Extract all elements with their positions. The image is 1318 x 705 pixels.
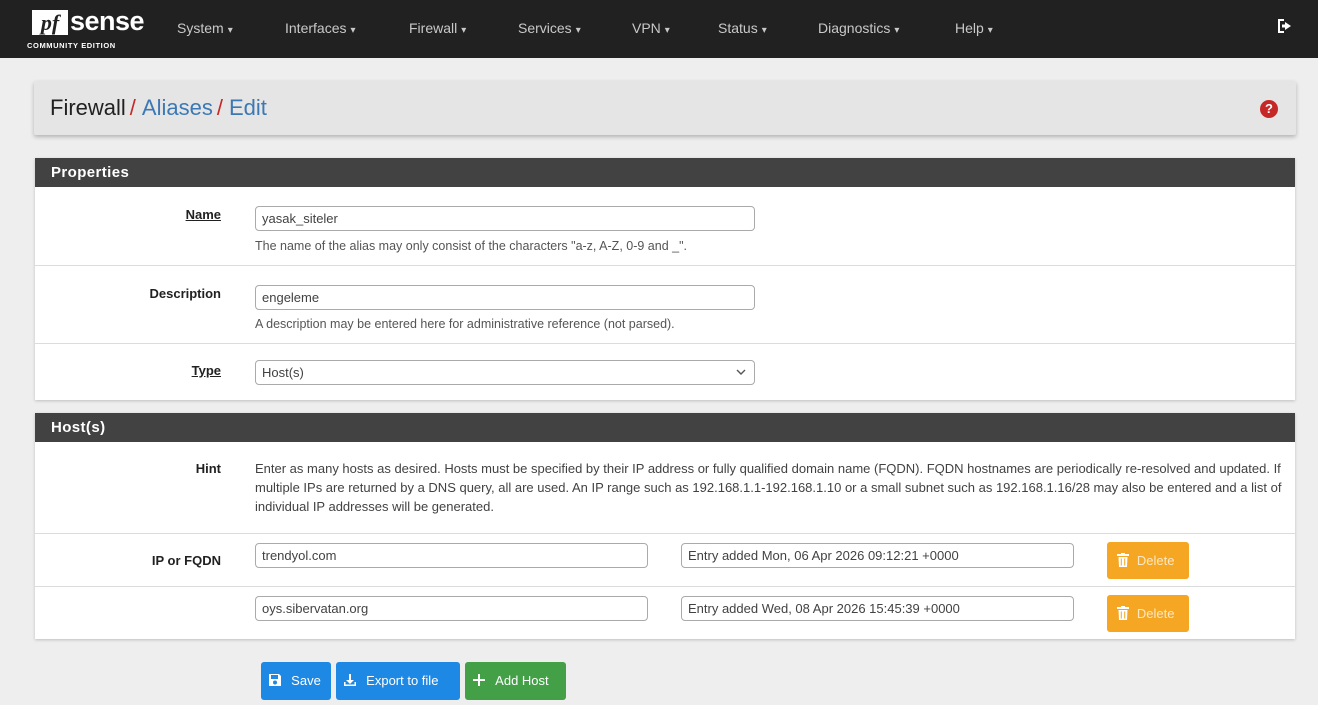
- name-help-text: The name of the alias may only consist o…: [255, 239, 687, 253]
- ip-fqdn-label: IP or FQDN: [151, 553, 221, 568]
- trash-icon: [1117, 552, 1133, 568]
- description-row: Description engeleme A description may b…: [35, 266, 1295, 344]
- chevron-down-icon: ▾: [461, 25, 467, 36]
- save-icon: [268, 672, 286, 689]
- chevron-down-icon: ▾: [350, 25, 356, 36]
- host-description-input[interactable]: Entry added Wed, 08 Apr 2026 15:45:39 +0…: [681, 596, 1074, 621]
- nav-menu-interfaces[interactable]: Interfaces ▾: [285, 0, 356, 58]
- nav-menu-label: Services: [518, 20, 572, 36]
- add-host-button[interactable]: Add Host: [465, 662, 566, 700]
- host-description-input[interactable]: Entry added Mon, 06 Apr 2026 09:12:21 +0…: [681, 543, 1074, 568]
- export-label: Export to file: [366, 673, 439, 688]
- nav-menu-label: Diagnostics: [818, 20, 891, 36]
- nav-menu-label: Interfaces: [285, 20, 347, 36]
- delete-button[interactable]: Delete: [1107, 542, 1189, 579]
- nav-menu-status[interactable]: Status ▾: [718, 0, 767, 58]
- export-button[interactable]: Export to file: [336, 662, 460, 700]
- properties-panel: Properties Name yasak_siteler The name o…: [35, 158, 1295, 400]
- top-navbar: pf sense COMMUNITY EDITION System ▾ Inter…: [0, 0, 1318, 58]
- name-row: Name yasak_siteler The name of the alias…: [35, 187, 1295, 266]
- hint-label: Hint: [195, 461, 221, 476]
- save-label: Save: [291, 673, 321, 688]
- properties-heading: Properties: [35, 158, 1295, 187]
- logo-pf-mark: pf: [32, 10, 68, 35]
- breadcrumb-edit-link[interactable]: Edit: [229, 95, 267, 120]
- host-entry-row: IP or FQDN trendyol.com Entry added Mon,…: [35, 534, 1295, 587]
- type-row: Type Host(s): [35, 344, 1295, 400]
- nav-menu-label: Firewall: [409, 20, 458, 36]
- download-icon: [343, 672, 361, 689]
- breadcrumb-bar: Firewall / Aliases / Edit ?: [34, 81, 1296, 135]
- delete-label: Delete: [1136, 553, 1175, 568]
- description-label: Description: [149, 286, 221, 301]
- nav-menu-firewall[interactable]: Firewall ▾: [409, 0, 466, 58]
- chevron-down-icon: ▾: [761, 25, 767, 36]
- nav-menu-label: System: [177, 20, 224, 36]
- chevron-down-icon: ▾: [987, 25, 993, 36]
- type-select-value: Host(s): [262, 365, 304, 380]
- name-label: Name: [185, 207, 221, 222]
- add-host-label: Add Host: [495, 673, 549, 688]
- host-input[interactable]: oys.sibervatan.org: [255, 596, 648, 621]
- logo-edition-text: COMMUNITY EDITION: [27, 41, 116, 50]
- nav-menu-help[interactable]: Help ▾: [955, 0, 993, 58]
- description-help-text: A description may be entered here for ad…: [255, 317, 675, 331]
- chevron-down-icon: ▾: [894, 25, 900, 36]
- delete-button[interactable]: Delete: [1107, 595, 1189, 632]
- nav-menu-system[interactable]: System ▾: [177, 0, 233, 58]
- breadcrumb-separator: /: [216, 95, 223, 120]
- host-input[interactable]: trendyol.com: [255, 543, 648, 568]
- nav-menu-diagnostics[interactable]: Diagnostics ▾: [818, 0, 899, 58]
- chevron-down-icon: ▾: [575, 25, 581, 36]
- delete-label: Delete: [1136, 606, 1175, 621]
- nav-menu-label: VPN: [632, 20, 661, 36]
- name-input[interactable]: yasak_siteler: [255, 206, 755, 231]
- save-button[interactable]: Save: [261, 662, 331, 700]
- nav-menu-label: Help: [955, 20, 984, 36]
- breadcrumb-aliases-link[interactable]: Aliases: [142, 95, 213, 120]
- type-select[interactable]: Host(s): [255, 360, 755, 385]
- type-label: Type: [191, 363, 221, 378]
- hosts-panel: Host(s) Hint Enter as many hosts as desi…: [35, 413, 1295, 639]
- chevron-down-icon: ▾: [664, 25, 670, 36]
- hosts-heading: Host(s): [35, 413, 1295, 442]
- chevron-down-icon: [736, 361, 746, 393]
- hint-text: Enter as many hosts as desired. Hosts mu…: [255, 461, 1282, 514]
- pfsense-logo[interactable]: pf sense COMMUNITY EDITION: [26, 0, 174, 58]
- nav-menu-vpn[interactable]: VPN ▾: [632, 0, 670, 58]
- breadcrumb-firewall: Firewall: [50, 95, 126, 120]
- help-icon[interactable]: ?: [1260, 100, 1278, 118]
- description-input[interactable]: engeleme: [255, 285, 755, 310]
- logout-icon[interactable]: [1276, 17, 1298, 39]
- breadcrumb-separator: /: [129, 95, 136, 120]
- trash-icon: [1117, 605, 1133, 621]
- nav-menu-services[interactable]: Services ▾: [518, 0, 581, 58]
- host-entry-row: oys.sibervatan.org Entry added Wed, 08 A…: [35, 587, 1295, 639]
- hint-row: Hint Enter as many hosts as desired. Hos…: [35, 442, 1295, 534]
- logo-sense-text: sense: [70, 6, 145, 36]
- chevron-down-icon: ▾: [227, 25, 233, 36]
- breadcrumb: Firewall / Aliases / Edit: [50, 81, 267, 135]
- plus-icon: [472, 672, 490, 689]
- nav-menu-label: Status: [718, 20, 758, 36]
